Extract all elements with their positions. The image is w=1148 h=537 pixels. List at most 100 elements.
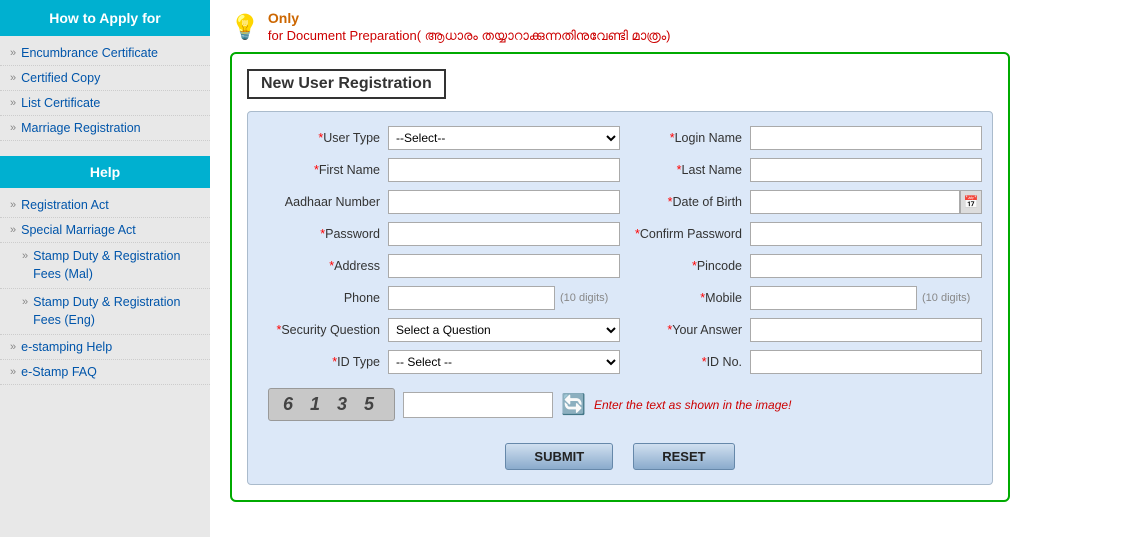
user-type-group: *User Type --Select-- Individual Advocat…: [258, 126, 620, 150]
your-answer-input[interactable]: [750, 318, 982, 342]
mobile-label: *Mobile: [620, 291, 750, 305]
address-input[interactable]: [388, 254, 620, 278]
sidebar-item-label: List Certificate: [21, 96, 100, 110]
sidebar-item-certified-copy[interactable]: » Certified Copy: [0, 66, 210, 91]
user-type-select[interactable]: --Select-- Individual Advocate Sub Regis…: [388, 126, 620, 150]
arrow-icon: »: [10, 97, 16, 109]
sidebar-item-label: e-Stamp FAQ: [21, 365, 97, 379]
dob-input-wrap: 📅: [750, 190, 982, 214]
sidebar-item-encumbrance-certificate[interactable]: » Encumbrance Certificate: [0, 41, 210, 66]
password-label: *Password: [258, 227, 388, 241]
row-passwords: *Password *Confirm Password: [258, 222, 982, 246]
phone-group: Phone (10 digits): [258, 286, 620, 310]
security-question-select[interactable]: Select a Question What is your pet name?…: [388, 318, 620, 342]
captcha-hint: Enter the text as shown in the image!: [594, 398, 791, 412]
phone-label: Phone: [258, 291, 388, 305]
id-type-group: *ID Type -- Select -- Aadhaar Voter ID P…: [258, 350, 620, 374]
form-inner: *User Type --Select-- Individual Advocat…: [247, 111, 993, 485]
submit-button[interactable]: SUBMIT: [505, 443, 613, 470]
arrow-icon: »: [22, 249, 28, 283]
sidebar-help-header: Help: [0, 156, 210, 188]
sidebar-item-label: Encumbrance Certificate: [21, 46, 158, 60]
pincode-group: *Pincode: [620, 254, 982, 278]
hint-row: 💡 Only for Document Preparation( ആധാരം ത…: [230, 10, 1128, 44]
dob-group: *Date of Birth 📅: [620, 190, 982, 214]
aadhaar-group: Aadhaar Number: [258, 190, 620, 214]
reset-button[interactable]: RESET: [633, 443, 734, 470]
row-aadhaar-dob: Aadhaar Number *Date of Birth 📅: [258, 190, 982, 214]
security-question-label: *Security Question: [258, 323, 388, 337]
first-name-input[interactable]: [388, 158, 620, 182]
calendar-icon[interactable]: 📅: [960, 190, 982, 214]
row-phone-mobile: Phone (10 digits) *Mobile (10 digits): [258, 286, 982, 310]
dob-label: *Date of Birth: [620, 195, 750, 209]
sidebar-item-label: Special Marriage Act: [21, 223, 136, 237]
button-row: SUBMIT RESET: [258, 437, 982, 470]
confirm-password-label: *Confirm Password: [620, 227, 750, 241]
sidebar-item-e-stamp-faq[interactable]: » e-Stamp FAQ: [0, 360, 210, 385]
address-label: *Address: [258, 259, 388, 273]
sidebar-item-label: Certified Copy: [21, 71, 100, 85]
row-user-type-login: *User Type --Select-- Individual Advocat…: [258, 126, 982, 150]
login-name-input[interactable]: [750, 126, 982, 150]
mobile-group: *Mobile (10 digits): [620, 286, 982, 310]
last-name-input[interactable]: [750, 158, 982, 182]
arrow-icon: »: [10, 122, 16, 134]
last-name-label: *Last Name: [620, 163, 750, 177]
sidebar-item-marriage-registration[interactable]: » Marriage Registration: [0, 116, 210, 141]
aadhaar-label: Aadhaar Number: [258, 195, 388, 209]
sidebar-how-to-apply-header: How to Apply for: [0, 0, 210, 36]
hint-text: for Document Preparation( ആധാരം തയ്യാറാക…: [268, 28, 671, 44]
confirm-password-group: *Confirm Password: [620, 222, 982, 246]
sidebar-item-label: Stamp Duty & Registration Fees (Eng): [33, 294, 200, 329]
password-input[interactable]: [388, 222, 620, 246]
arrow-icon: »: [10, 72, 16, 84]
phone-hint: (10 digits): [560, 292, 608, 304]
sidebar-item-special-marriage-act[interactable]: » Special Marriage Act: [0, 218, 210, 243]
row-names: *First Name *Last Name: [258, 158, 982, 182]
sidebar-item-label: Stamp Duty & Registration Fees (Mal): [33, 248, 200, 283]
arrow-icon: »: [10, 341, 16, 353]
dob-input[interactable]: [750, 190, 960, 214]
help-section: » Registration Act » Special Marriage Ac…: [0, 188, 210, 390]
captcha-row: 6 1 3 5 🔄 Enter the text as shown in the…: [258, 382, 982, 427]
mobile-input[interactable]: [750, 286, 917, 310]
user-type-label: *User Type: [258, 131, 388, 145]
sidebar-item-label: Registration Act: [21, 198, 109, 212]
row-security: *Security Question Select a Question Wha…: [258, 318, 982, 342]
sidebar-item-registration-act[interactable]: » Registration Act: [0, 193, 210, 218]
sidebar-item-e-stamping-help[interactable]: » e-stamping Help: [0, 335, 210, 360]
id-type-label: *ID Type: [258, 355, 388, 369]
first-name-group: *First Name: [258, 158, 620, 182]
your-answer-label: *Your Answer: [620, 323, 750, 337]
id-no-label: *ID No.: [620, 355, 750, 369]
captcha-input[interactable]: [403, 392, 553, 418]
arrow-icon: »: [10, 47, 16, 59]
arrow-icon: »: [10, 199, 16, 211]
arrow-icon: »: [10, 366, 16, 378]
confirm-password-input[interactable]: [750, 222, 982, 246]
main-content: 💡 Only for Document Preparation( ആധാരം ത…: [210, 0, 1148, 537]
id-type-select[interactable]: -- Select -- Aadhaar Voter ID Passport: [388, 350, 620, 374]
registration-form-container: New User Registration *User Type --Selec…: [230, 52, 1010, 502]
refresh-icon[interactable]: 🔄: [561, 392, 586, 417]
phone-input[interactable]: [388, 286, 555, 310]
aadhaar-input[interactable]: [388, 190, 620, 214]
security-question-group: *Security Question Select a Question Wha…: [258, 318, 620, 342]
first-name-label: *First Name: [258, 163, 388, 177]
password-group: *Password: [258, 222, 620, 246]
sidebar-item-stamp-duty-mal[interactable]: » Stamp Duty & Registration Fees (Mal): [0, 243, 210, 289]
address-group: *Address: [258, 254, 620, 278]
captcha-image: 6 1 3 5: [268, 388, 395, 421]
arrow-icon: »: [10, 224, 16, 236]
last-name-group: *Last Name: [620, 158, 982, 182]
id-no-input[interactable]: [750, 350, 982, 374]
pincode-input[interactable]: [750, 254, 982, 278]
row-address-pincode: *Address *Pincode: [258, 254, 982, 278]
mobile-hint: (10 digits): [922, 292, 970, 304]
sidebar-item-label: Marriage Registration: [21, 121, 141, 135]
sidebar-item-stamp-duty-eng[interactable]: » Stamp Duty & Registration Fees (Eng): [0, 289, 210, 335]
id-no-group: *ID No.: [620, 350, 982, 374]
sidebar-item-list-certificate[interactable]: » List Certificate: [0, 91, 210, 116]
sidebar: How to Apply for » Encumbrance Certifica…: [0, 0, 210, 537]
